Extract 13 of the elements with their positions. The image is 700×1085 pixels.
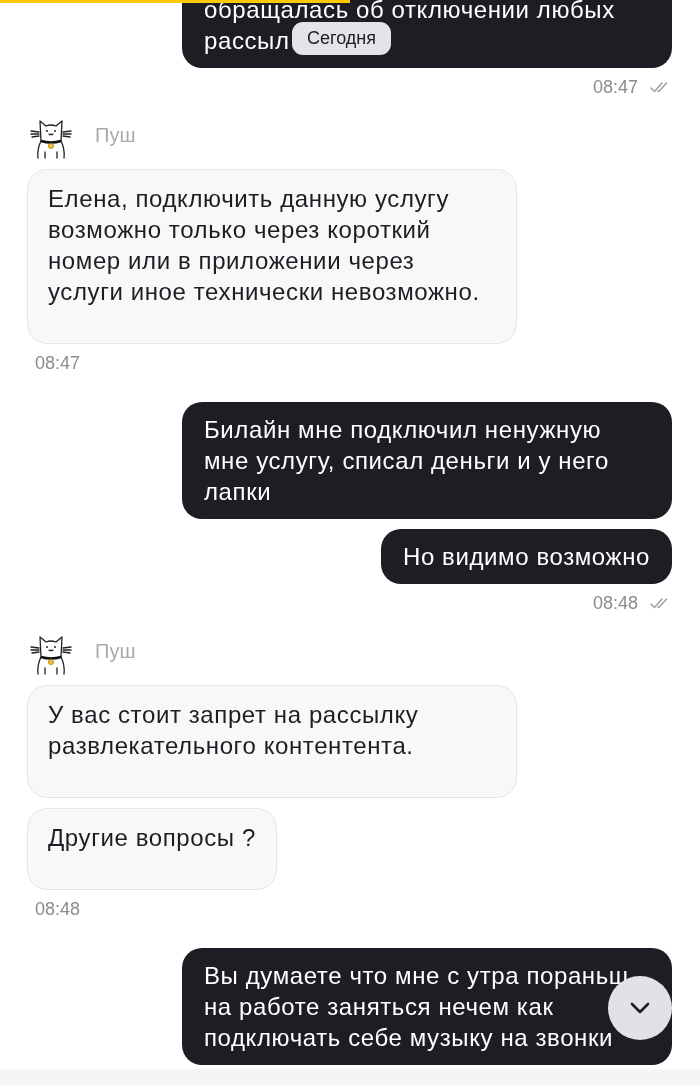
incoming-message: У вас стоит запрет на рассылку развлекательного контентента. bbox=[27, 685, 517, 798]
incoming-message: Другие вопросы ? bbox=[27, 808, 277, 890]
outgoing-message: Вы думаете что мне с утра пораньш на работе заняться нечем как подключать себе музыку на звонки bbox=[182, 948, 672, 1065]
outgoing-message: Билайн мне подключил ненужную мне услугу, списал деньги и у него лапки bbox=[182, 402, 672, 519]
sender-name: Пуш bbox=[95, 123, 136, 147]
incoming-message: Елена, подключить данную услугу возможно только через короткий номер или в приложении через услуги иное технически невозможно. bbox=[27, 169, 517, 344]
message-time: 08:48 bbox=[592, 592, 638, 614]
outgoing-message: Но видимо возможно bbox=[380, 529, 672, 584]
message-time: 08:47 bbox=[592, 76, 638, 98]
date-badge: Сегодня bbox=[292, 22, 391, 55]
message-time: 08:47 bbox=[35, 352, 81, 374]
message-time: 08:48 bbox=[35, 898, 81, 920]
sender-name: Пуш bbox=[95, 639, 136, 663]
